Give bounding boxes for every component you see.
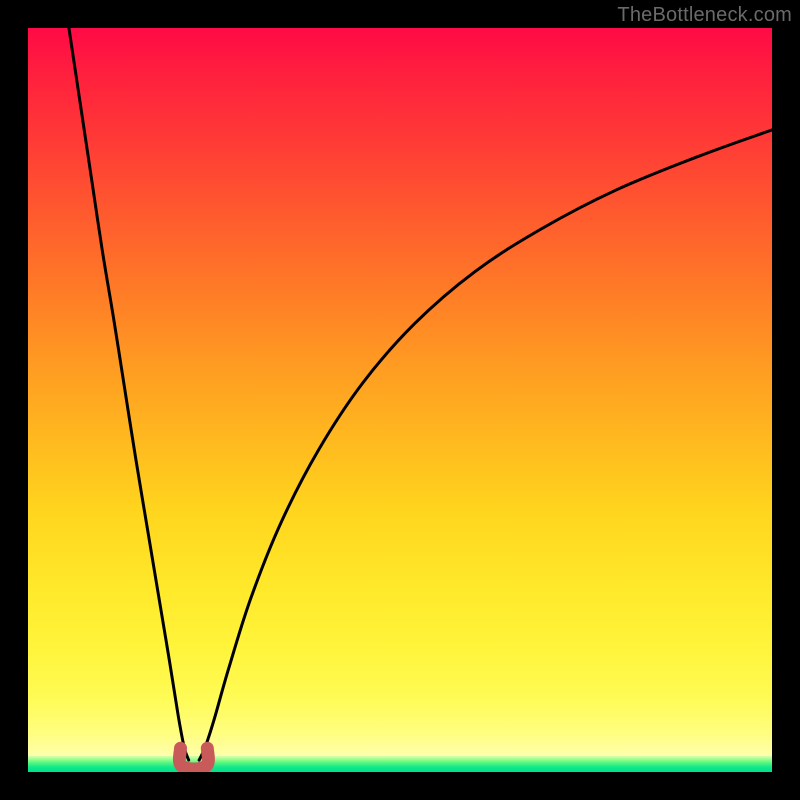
curve-left: [69, 28, 189, 760]
chart-frame: TheBottleneck.com: [0, 0, 800, 800]
plot-area: [28, 28, 772, 772]
curves-svg: [28, 28, 772, 772]
watermark-text: TheBottleneck.com: [617, 4, 792, 27]
marker-u: [179, 748, 208, 769]
curve-right: [199, 130, 772, 760]
